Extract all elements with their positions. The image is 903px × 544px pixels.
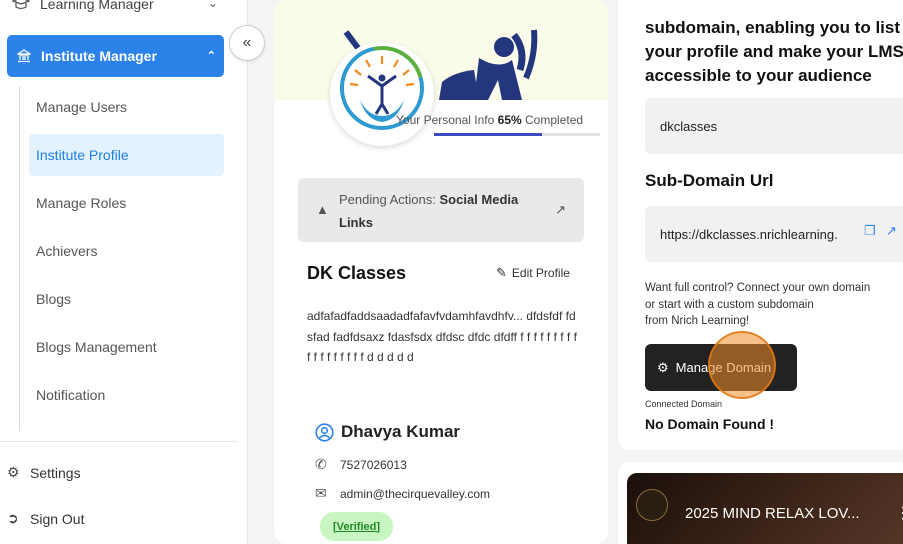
info-line: or start with a custom subdomain [645,298,814,311]
warning-icon: ▲ [316,202,329,217]
pending-actions-banner[interactable]: ▲ Pending Actions: Social Media Links ↗ [298,178,584,242]
contact-email: ✉ admin@thecirquevalley.com [315,485,490,502]
institute-name: DK Classes [307,263,407,283]
profile-card: Your Personal Info 65% Completed ▲ Pendi… [274,0,608,544]
video-title: 2025 MIND RELAX LOV... [685,505,860,522]
institute-about: adfafadfaddsaadadfafavfvdamhfavdhfv... d… [307,309,577,364]
subdomain-url-heading: Sub-Domain Url [645,171,774,190]
profile-progress-bar [434,133,600,136]
progress-percent: 65% [497,113,522,127]
sidebar-item-notification[interactable]: Notification [29,374,224,416]
nav-learning-manager-label: Learning Manager [40,0,154,12]
person-name: Dhavya Kumar [341,422,461,441]
user-circle-icon [315,422,334,442]
email-value: admin@thecirquevalley.com [340,486,491,501]
profile-banner [274,0,608,100]
contact-phone: ✆ 7527026013 [315,456,407,473]
sign-out-label: Sign Out [30,510,85,527]
click-indicator [708,331,776,399]
copy-icon[interactable]: ❐ [864,223,876,239]
domain-intro-text: subdomain, enabling you to list your pro… [645,18,903,85]
settings-label: Settings [30,464,81,481]
verified-badge[interactable]: [Verified] [320,512,393,541]
pencil-icon: ✎ [496,265,507,280]
banner-figure-icon [343,29,538,100]
info-line: Want full control? Connect your own doma… [645,282,871,294]
phone-icon: ✆ [315,456,327,472]
sidebar-item-label: Blogs [36,291,72,307]
sidebar-item-label: Notification [36,387,106,403]
graduation-cap-icon [12,0,30,10]
profile-progress-text: Your Personal Info 65% Completed [396,113,583,127]
sidebar-item-manage-roles[interactable]: Manage Roles [29,182,224,224]
pending-actions-text: Pending Actions: Social Media Links [339,188,549,234]
sidebar-item-manage-users[interactable]: Manage Users [29,86,224,128]
logo-figure-icon [340,46,424,130]
chevron-down-icon: ⌄ [207,0,218,10]
sidebar-item-achievers[interactable]: Achievers [29,230,224,272]
sidebar-item-blogs-management[interactable]: Blogs Management [29,326,224,368]
sidebar-item-label: Institute Profile [36,147,129,163]
domain-card: subdomain, enabling you to list your pro… [618,0,903,450]
gear-icon: ⚙ [657,359,669,375]
edit-profile-button[interactable]: ✎ Edit Profile [496,265,570,281]
phone-value: 7527026013 [340,457,407,472]
sidebar-item-label: Achievers [36,243,98,259]
subdomain-url-value: https://dkclasses.nrichlearning. [660,226,838,242]
edit-profile-label: Edit Profile [511,266,570,280]
progress-prefix: Your Personal Info [396,113,495,127]
nav-learning-manager[interactable]: Learning Manager ⌄ [0,0,240,16]
double-chevron-left-icon: « [242,34,252,51]
custom-domain-info: Want full control? Connect your own doma… [645,280,903,330]
tree-line [19,86,20,431]
progress-suffix: Completed [525,113,584,127]
sign-out-icon: ➲ [7,510,19,526]
connected-domain-value: No Domain Found ! [645,416,775,432]
connected-domain-label: Connected Domain [645,399,723,409]
bank-icon [17,49,31,63]
sidebar-item-label: Manage Users [36,99,128,115]
gear-icon: ⚙ [7,464,20,480]
nav-institute-manager[interactable]: Institute Manager ⌃ [7,35,224,77]
mail-icon: ✉ [315,485,327,501]
more-options-icon[interactable]: ⋮ [895,503,903,523]
sidebar-item-blogs[interactable]: Blogs [29,278,224,320]
sidebar: Learning Manager ⌄ Institute Manager ⌃ M… [0,0,248,544]
sidebar-item-label: Blogs Management [36,339,157,355]
progress-fill [434,133,542,136]
pending-prefix: Pending Actions: [339,192,436,207]
nav-institute-manager-label: Institute Manager [41,48,157,64]
chevron-up-icon: ⌃ [206,50,216,62]
sidebar-item-institute-profile[interactable]: Institute Profile [29,134,224,176]
external-link-icon[interactable]: ↗ [555,202,566,218]
open-link-icon[interactable]: ↗ [886,223,897,239]
sidebar-settings[interactable]: ⚙ Settings [7,464,81,481]
subdomain-field: dkclasses [645,98,903,154]
channel-logo [636,489,668,521]
sidebar-sign-out[interactable]: ➲ Sign Out [7,510,84,527]
video-card: 2025 MIND RELAX LOV... ⋮ [618,462,903,544]
sidebar-item-label: Manage Roles [36,195,127,211]
contact-person: Dhavya Kumar [315,422,460,442]
video-thumbnail[interactable]: 2025 MIND RELAX LOV... ⋮ [627,473,903,544]
info-line: from Nrich Learning! [645,315,750,327]
collapse-sidebar-button[interactable]: « [229,25,265,61]
sidebar-divider [0,441,238,442]
institute-logo [330,42,434,146]
